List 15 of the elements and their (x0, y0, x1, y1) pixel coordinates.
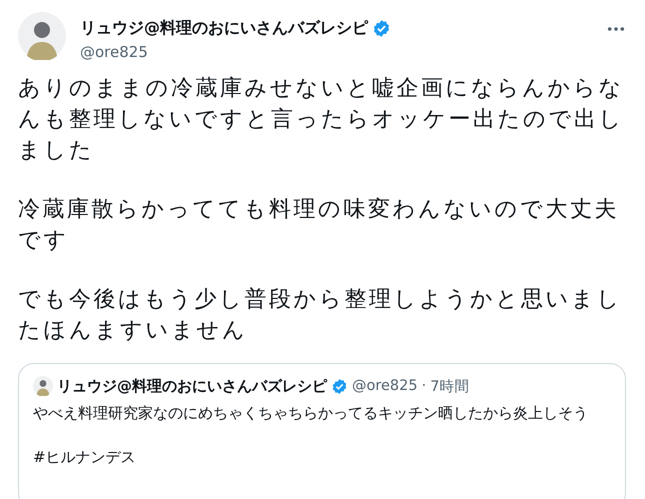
avatar (33, 376, 53, 396)
author-handle: @ore825 (352, 378, 418, 394)
quoted-tweet-card[interactable]: リュウジ@料理のおにいさんバズレシピ @ore825 · 7時間 やべえ料理研究家なのにめちゃくちゃちらかってるキッチン晒したから炎上しそう #ヒルナンデス (18, 363, 626, 499)
timestamp: 7時間 (430, 378, 470, 396)
tweet-text: 冷蔵庫散らかってても料理の味変わんないので大丈夫です (18, 196, 620, 255)
author-name: リュウジ@料理のおにいさんバズレシピ (57, 376, 327, 396)
separator-dot: · (422, 378, 426, 394)
quoted-text: やべえ料理研究家なのにめちゃくちゃちらかってるキッチン晒したから炎上しそう (33, 403, 589, 424)
tweet-text: ありのままの冷蔵庫みせないと嘘企画にならんからなんも整理しないですと言ったらオッケー出たので出しました (18, 75, 625, 165)
avatar[interactable] (18, 12, 66, 60)
tweet-text: でも今後はもう少し普段から整理しようかと思いましたほんますいません (18, 286, 623, 345)
author-name[interactable]: リュウジ@料理のおにいさんバズレシピ (80, 18, 368, 39)
more-icon[interactable] (607, 26, 625, 32)
quoted-text: #ヒルナンデス (33, 447, 137, 468)
author-handle[interactable]: @ore825 (80, 43, 593, 61)
